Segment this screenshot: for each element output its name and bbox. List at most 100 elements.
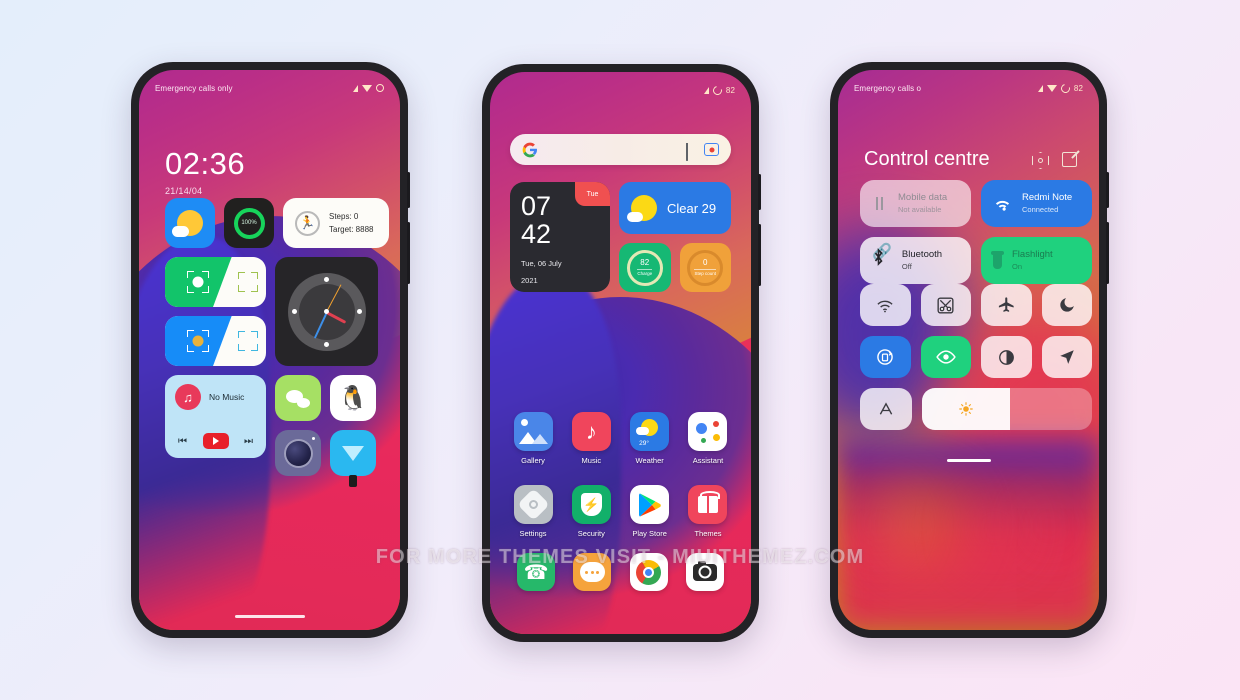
settings-icon [513,485,553,524]
tile-bluetooth[interactable]: 🔗 Bluetooth Off [860,237,971,284]
weather-tile[interactable] [165,198,215,248]
status-bar-2: 82 [490,72,751,102]
phone-left-screen[interactable]: Emergency calls only 02:36 21/14/04 100%… [139,70,400,630]
signal-icon [353,84,358,92]
charge-label: Charge [637,268,653,276]
google-lens-icon[interactable] [704,143,719,156]
toggle-row-1 [860,284,1092,326]
brightness-sun-icon [959,402,974,416]
home-indicator[interactable] [234,614,305,618]
phone-right-screen[interactable]: Emergency calls o 82 Control centre Mobi… [838,70,1099,630]
home-indicator-3[interactable] [946,459,991,462]
toggle-location[interactable] [1041,336,1092,378]
flashlight-icon [991,250,1004,269]
phone-center: 82 Tue 07 42 Tue, 06 July 2021 Clear 29 … [482,64,761,642]
google-logo-icon [522,142,538,158]
app-label: Settings [519,529,547,538]
wechat-icon[interactable] [275,375,321,421]
music-icon: ♪ [571,412,611,451]
battery-ring-icon-3 [1059,81,1072,95]
app-gallery[interactable]: Gallery [508,412,558,465]
weather-widget[interactable]: Clear 29 [619,182,731,234]
play-store-icon [630,485,670,524]
calendar-clock-widget[interactable]: Tue 07 42 Tue, 06 July 2021 [510,182,610,292]
wifi-icon-tile [993,197,1012,211]
toggle-eye-care[interactable] [920,336,971,378]
security-icon: ⚡ [571,485,611,524]
wifi-icon-3 [1046,84,1057,92]
app-assistant[interactable]: Assistant [683,412,733,465]
brightness-slider[interactable] [922,388,1092,430]
calendar-year: 2021 [521,275,538,285]
stepcount-widget[interactable]: 0 Step count [679,243,731,292]
tile-sub: On [1012,261,1023,271]
weather-icon: 29° [630,412,670,451]
previous-button[interactable]: ⏮ [178,436,187,447]
app-themes[interactable]: Themes [683,485,733,538]
app-security[interactable]: ⚡ Security [566,485,616,538]
google-search-bar[interactable] [510,134,731,165]
app-label: Themes [694,529,722,538]
charge-ring: 82 Charge [626,249,663,286]
toggle-auto-rotate[interactable] [860,336,911,378]
play-button[interactable] [202,433,229,449]
app-weather[interactable]: 29° Weather [625,412,675,465]
toggle-wifi[interactable] [860,284,911,326]
music-controls: ⏮ ⏭ [175,433,256,449]
calendar-date: Tue, 06 July [521,258,562,268]
scanner-green-tile[interactable] [165,257,266,307]
qr-frame-icon [238,272,258,292]
analog-clock-widget[interactable] [275,257,378,366]
stepcount-ring: 0 Step count [687,249,724,286]
music-widget[interactable]: ♫ No Music ⏮ ⏭ [165,375,266,458]
camera-icon[interactable] [275,430,321,476]
app-settings[interactable]: Settings [508,485,558,538]
tile-flashlight[interactable]: Flashlight On [981,237,1092,284]
scan-left-2 [165,316,232,366]
sun-cloud-icon [172,210,203,237]
battery-tile[interactable]: 100% [224,198,274,248]
settings-hex-icon[interactable] [1032,152,1049,169]
app-grid: Gallery ♪ Music 29° Weather Assistant Se… [508,412,733,558]
carrier-label: Emergency calls only [155,83,233,93]
toggle-airplane[interactable] [981,284,1032,326]
phone-center-screen[interactable]: 82 Tue 07 42 Tue, 06 July 2021 Clear 29 … [490,72,751,634]
camera-icon-2[interactable] [685,553,724,591]
tile-sub: Connected [1022,204,1059,214]
app-label: Play Store [632,529,667,538]
sun-cloud-icon-2 [627,195,657,222]
phone-icon[interactable]: ☎ [517,553,556,591]
tile-text: Flashlight On [1012,249,1053,272]
messages-icon[interactable] [573,553,612,591]
qq-icon[interactable]: 🐧 [330,375,376,421]
warning-icon [703,86,709,94]
runner-icon: 🏃 [295,210,320,236]
toggle-dark-mode[interactable] [981,336,1032,378]
bg-blob-icon-3 [1031,501,1068,552]
app-play-store[interactable]: Play Store [625,485,675,538]
microphone-icon[interactable] [686,143,694,161]
steps-widget[interactable]: 🏃 Steps: 0 Target: 8888 [283,198,389,248]
scanner-blue-tile[interactable] [165,316,266,366]
dock: ☎ [508,546,733,598]
toggle-screenshot[interactable] [920,284,971,326]
wifi-icon [362,84,372,92]
status-icons-2: 82 [703,83,735,97]
tile-text: Bluetooth Off [902,249,942,272]
toggle-font-size[interactable] [860,388,912,430]
warning-icon-3 [1037,84,1043,92]
flashlight-icon[interactable] [330,430,376,487]
clock-date: 21/14/04 [165,186,203,196]
tile-mobile-data[interactable]: Mobile data Not available [860,180,971,227]
tile-wifi[interactable]: Redmi Note Connected [981,180,1092,227]
charge-widget[interactable]: 82 Charge [619,243,671,292]
app-label: Gallery [521,456,545,465]
steps-text: Steps: 0 Target: 8888 [329,210,373,236]
steps-count: Steps: 0 [329,211,359,221]
edit-icon[interactable] [1062,152,1077,167]
app-music[interactable]: ♪ Music [566,412,616,465]
mini-widgets: 82 Charge 0 Step count [619,243,731,292]
chrome-icon[interactable] [629,553,668,591]
next-button[interactable]: ⏭ [244,436,253,447]
toggle-dnd[interactable] [1041,284,1092,326]
